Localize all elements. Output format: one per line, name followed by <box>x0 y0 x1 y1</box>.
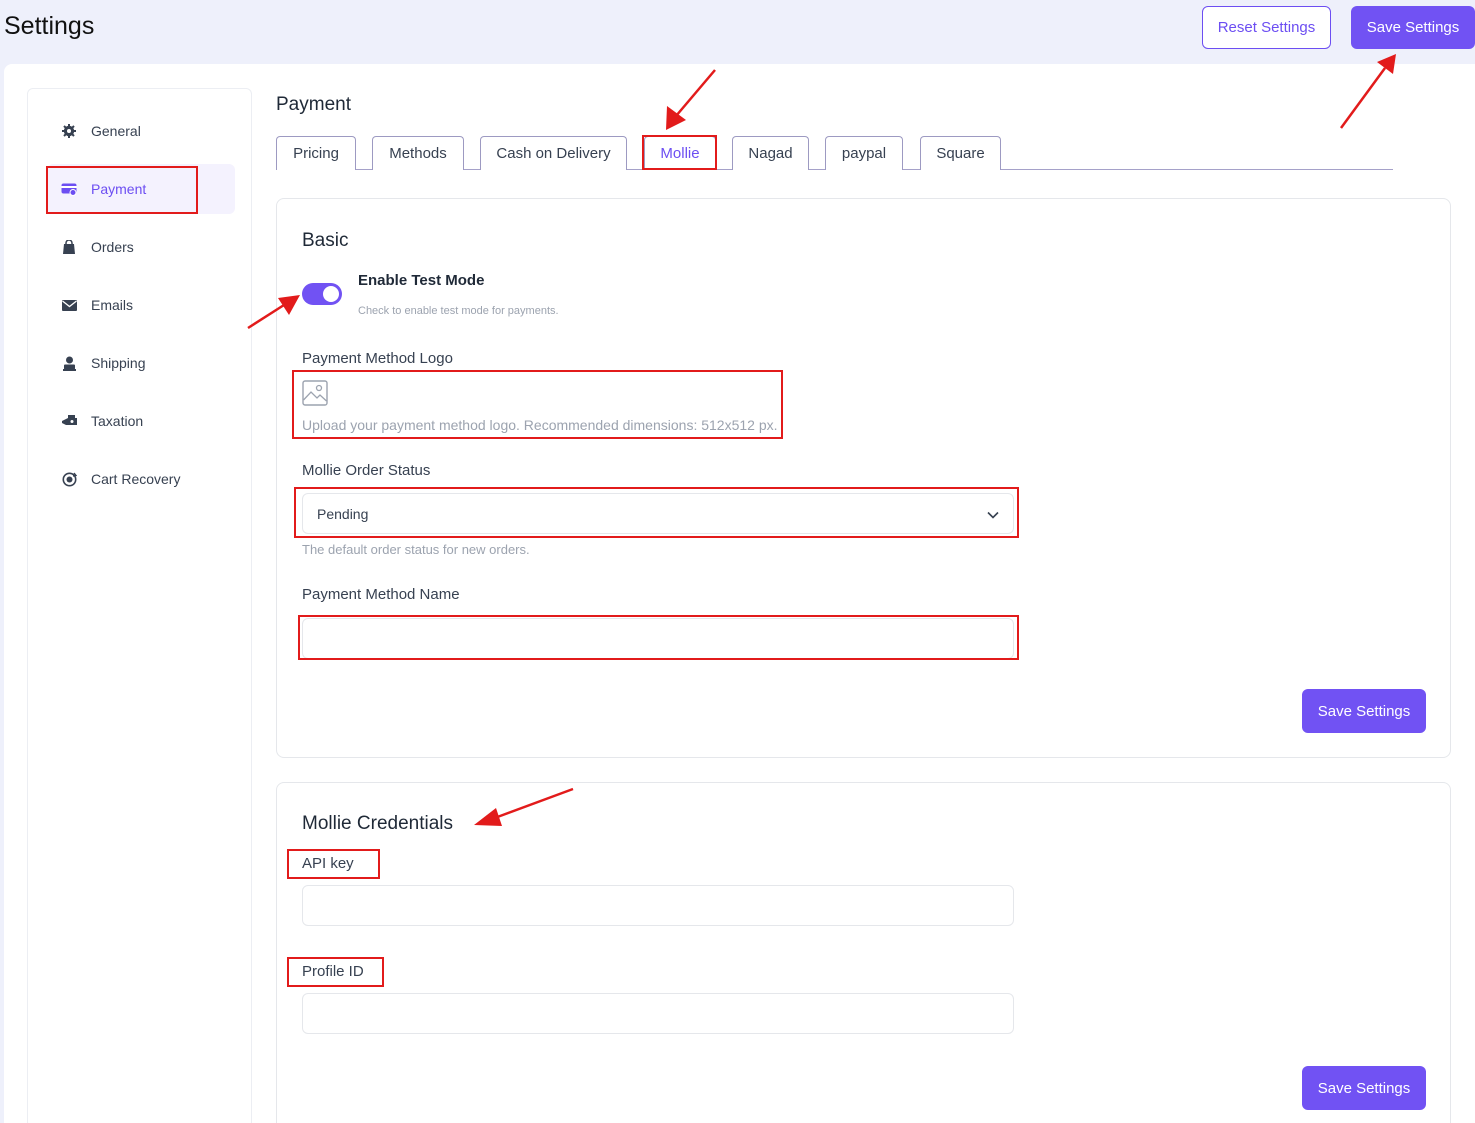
section-title: Payment <box>276 94 351 115</box>
order-status-label: Mollie Order Status <box>302 462 431 479</box>
shipping-icon <box>61 355 77 371</box>
profile-id-input[interactable] <box>302 993 1014 1034</box>
api-key-label: API key <box>302 855 354 872</box>
logo-help: Upload your payment method logo. Recomme… <box>302 417 778 433</box>
tab-square[interactable]: Square <box>920 136 1001 170</box>
basic-save-button[interactable]: Save Settings <box>1302 689 1426 733</box>
method-name-input[interactable] <box>302 618 1014 659</box>
test-mode-help: Check to enable test mode for payments. <box>358 305 559 317</box>
credentials-title: Mollie Credentials <box>302 813 454 834</box>
save-settings-button[interactable]: Save Settings <box>1351 6 1475 49</box>
sidebar: General Payment Orders Emails Shipping T… <box>27 88 252 1123</box>
tab-mollie[interactable]: Mollie <box>644 136 716 170</box>
sidebar-item-label: Payment <box>91 181 147 197</box>
test-mode-label: Enable Test Mode <box>358 272 485 289</box>
order-status-value: Pending <box>317 505 369 522</box>
payment-tabs: Pricing Methods Cash on Delivery Mollie … <box>276 136 1393 170</box>
sidebar-item-shipping[interactable]: Shipping <box>47 338 235 388</box>
api-key-input[interactable] <box>302 885 1014 926</box>
tab-methods[interactable]: Methods <box>372 136 464 170</box>
envelope-icon <box>61 297 77 313</box>
tab-nagad[interactable]: Nagad <box>732 136 809 170</box>
sidebar-item-cart-recovery[interactable]: Cart Recovery <box>47 454 235 504</box>
test-mode-toggle[interactable] <box>302 283 342 305</box>
tab-cash-on-delivery[interactable]: Cash on Delivery <box>480 136 627 170</box>
reset-settings-button[interactable]: Reset Settings <box>1202 6 1331 49</box>
logo-label: Payment Method Logo <box>302 350 453 367</box>
credentials-save-button[interactable]: Save Settings <box>1302 1066 1426 1110</box>
order-status-select[interactable]: Pending <box>302 493 1014 534</box>
order-status-help: The default order status for new orders. <box>302 542 530 557</box>
sidebar-item-label: Shipping <box>91 355 146 371</box>
credit-card-icon <box>61 181 77 197</box>
image-upload-icon[interactable] <box>302 380 328 406</box>
sidebar-item-taxation[interactable]: Taxation <box>47 396 235 446</box>
method-name-label: Payment Method Name <box>302 586 460 603</box>
chevron-down-icon <box>987 506 999 522</box>
basic-title: Basic <box>302 230 349 251</box>
page-title: Settings <box>4 12 95 40</box>
tab-paypal[interactable]: paypal <box>825 136 903 170</box>
sidebar-item-label: General <box>91 123 141 139</box>
sidebar-item-label: Emails <box>91 297 134 313</box>
sidebar-item-label: Taxation <box>91 413 144 429</box>
cart-recovery-icon <box>61 471 77 487</box>
sidebar-item-label: Orders <box>91 239 134 255</box>
tax-icon <box>61 413 77 429</box>
tab-pricing[interactable]: Pricing <box>276 136 356 170</box>
sidebar-item-emails[interactable]: Emails <box>47 280 235 330</box>
gear-icon <box>61 123 77 139</box>
sidebar-item-label: Cart Recovery <box>91 471 181 487</box>
sidebar-item-payment[interactable]: Payment <box>47 164 235 214</box>
sidebar-item-orders[interactable]: Orders <box>47 222 235 272</box>
profile-id-label: Profile ID <box>302 963 364 980</box>
credentials-card: Mollie Credentials API key Profile ID Sa… <box>276 782 1451 1123</box>
top-bar: Settings Reset Settings Save Settings <box>0 0 1475 64</box>
basic-card: Basic Enable Test Mode Check to enable t… <box>276 198 1451 758</box>
shopping-bag-icon <box>61 239 77 255</box>
sidebar-item-general[interactable]: General <box>47 106 235 156</box>
